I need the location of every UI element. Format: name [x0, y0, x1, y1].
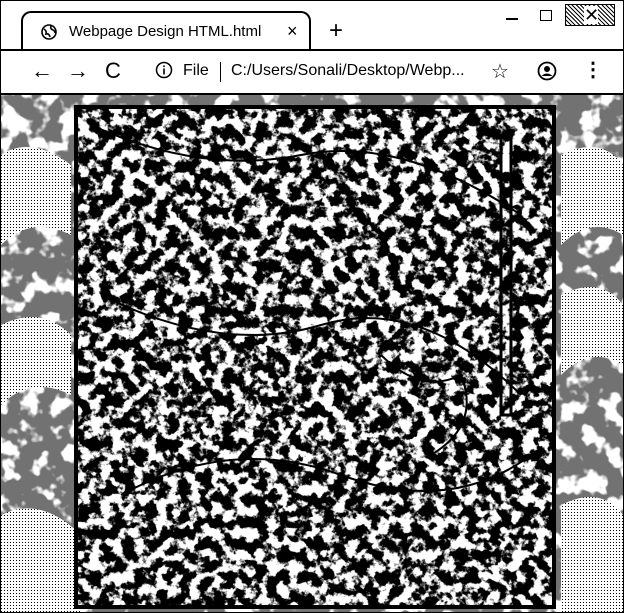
- back-arrow-icon[interactable]: ←: [31, 59, 53, 83]
- minimize-icon[interactable]: [499, 5, 525, 25]
- page-content: [1, 95, 623, 612]
- url-text[interactable]: C:/Users/Sonali/Desktop/Webp...: [231, 62, 465, 80]
- toolbar: ← → C File C:/Users/Sonali/Desktop/Webp.…: [1, 49, 623, 95]
- globe-icon: [41, 24, 57, 40]
- background-image: [1, 95, 623, 612]
- scheme-label: File: [183, 62, 209, 79]
- new-tab-button[interactable]: +: [329, 19, 343, 43]
- menu-kebab-icon[interactable]: ⋮: [583, 60, 603, 80]
- tab-title: Webpage Design HTML.html: [69, 23, 262, 40]
- window-close-icon: ✕: [584, 5, 600, 25]
- maximize-icon[interactable]: [533, 5, 559, 25]
- tab-active[interactable]: Webpage Design HTML.html ×: [21, 11, 311, 49]
- browser-window: Webpage Design HTML.html × + ✕ ← → C Fil…: [0, 0, 624, 613]
- tab-close-icon[interactable]: ×: [287, 22, 298, 40]
- omnibox-divider: [220, 62, 221, 82]
- tab-strip: Webpage Design HTML.html × + ✕: [1, 1, 623, 49]
- window-close-button[interactable]: ✕: [565, 4, 615, 26]
- forward-arrow-icon[interactable]: →: [67, 59, 89, 83]
- address-bar[interactable]: File C:/Users/Sonali/Desktop/Webp... ☆: [143, 57, 543, 87]
- info-icon[interactable]: [155, 61, 173, 79]
- reload-icon[interactable]: C: [105, 59, 121, 83]
- profile-icon[interactable]: [537, 61, 557, 81]
- bookmark-star-icon[interactable]: ☆: [491, 59, 509, 84]
